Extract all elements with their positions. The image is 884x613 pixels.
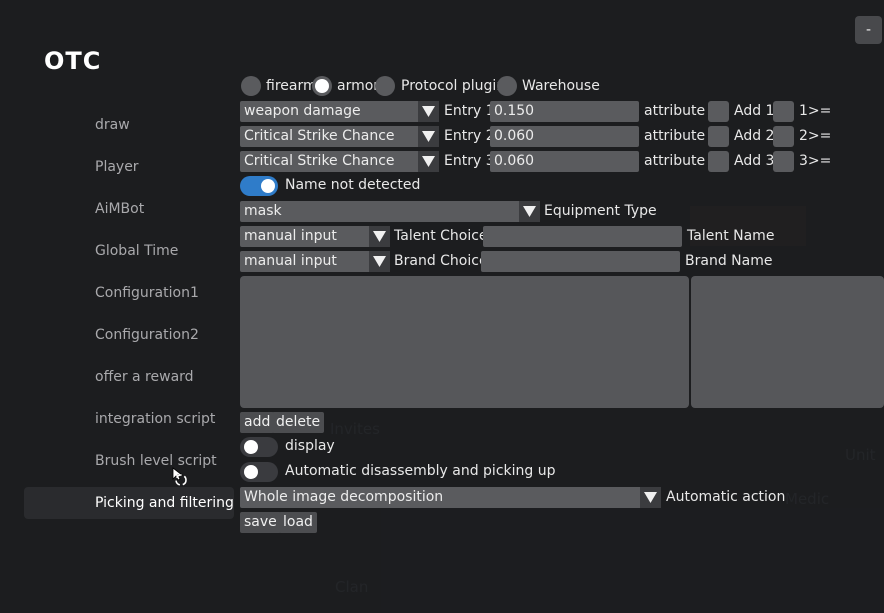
brand-name-label: Brand Name [685,253,773,269]
busy-cursor-icon [172,467,187,486]
entry-1-value: 0.150 [494,103,535,119]
chevron-down-icon [369,251,390,272]
attribute-select-2-value: Critical Strike Chance [244,128,395,144]
add-3-checkbox[interactable] [773,151,794,172]
talent-name-label: Talent Name [687,228,775,244]
threshold-3-label: 3>= [799,153,832,169]
automatic-action-select[interactable]: Whole image decomposition [240,487,661,508]
brand-name-input[interactable] [481,251,680,272]
sidebar-item-draw[interactable]: draw [95,114,130,136]
radio-protocol-plugin[interactable] [375,76,395,96]
display-toggle[interactable] [240,437,278,457]
automatic-action-label: Automatic action [666,489,786,505]
radio-armor-label: armor [337,78,380,94]
name-not-detected-label: Name not detected [285,177,421,193]
save-button[interactable]: save [240,512,281,533]
add-button[interactable]: add [240,412,275,433]
sidebar-item-configuration1[interactable]: Configuration1 [95,282,199,304]
brand-mode-value: manual input [244,253,337,269]
sidebar-item-player[interactable]: Player [95,156,139,178]
automatic-action-value: Whole image decomposition [244,489,444,505]
entry-1-label: Entry 1 [444,103,495,119]
attribute-3-checkbox[interactable] [708,151,729,172]
attribute-select-3-value: Critical Strike Chance [244,153,395,169]
auto-disassembly-label: Automatic disassembly and picking up [285,463,556,479]
equipment-type-select[interactable]: mask [240,201,540,222]
radio-warehouse[interactable] [497,76,517,96]
talent-choice-label: Talent Choice [394,228,488,244]
filter-list-left[interactable] [240,276,689,408]
entry-2-value: 0.060 [494,128,535,144]
load-button[interactable]: load [279,512,317,533]
entry-2-label: Entry 2 [444,128,495,144]
entry-1-input[interactable]: 0.150 [490,101,639,122]
radio-firearm-label: firearm [266,78,317,94]
entry-3-label: Entry 3 [444,153,495,169]
attribute-select-2[interactable]: Critical Strike Chance [240,126,439,147]
equipment-type-label: Equipment Type [544,203,657,219]
auto-disassembly-toggle[interactable] [240,462,278,482]
sidebar-item-picking-and-filtering[interactable]: Picking and filtering [95,492,234,514]
logo: OTC [44,47,102,75]
attribute-select-1-value: weapon damage [244,103,361,119]
filter-list-right[interactable] [691,276,884,408]
talent-mode-select[interactable]: manual input [240,226,390,247]
threshold-1-label: 1>= [799,103,832,119]
attribute-1-checkbox[interactable] [708,101,729,122]
add-1-checkbox[interactable] [773,101,794,122]
threshold-2-label: 2>= [799,128,832,144]
chevron-down-icon [418,151,439,172]
equipment-type-value: mask [244,203,282,219]
talent-mode-value: manual input [244,228,337,244]
chevron-down-icon [418,101,439,122]
entry-3-value: 0.060 [494,153,535,169]
chevron-down-icon [519,201,540,222]
sidebar-item-aimbot[interactable]: AiMBot [95,198,144,220]
minimize-button[interactable]: - [855,16,882,44]
name-not-detected-toggle[interactable] [240,176,278,196]
chevron-down-icon [418,126,439,147]
radio-armor[interactable] [312,76,332,96]
talent-name-input[interactable] [483,226,682,247]
entry-3-input[interactable]: 0.060 [490,151,639,172]
display-label: display [285,438,335,454]
sidebar-item-configuration2[interactable]: Configuration2 [95,324,199,346]
chevron-down-icon [369,226,390,247]
main-panel: - OTC draw Player AiMBot Global Time Con… [0,0,884,613]
chevron-down-icon [640,487,661,508]
sidebar-item-global-time[interactable]: Global Time [95,240,178,262]
add-2-label: Add 2 [734,128,775,144]
sidebar-item-offer-a-reward[interactable]: offer a reward [95,366,194,388]
add-1-label: Add 1 [734,103,775,119]
add-3-label: Add 3 [734,153,775,169]
add-2-checkbox[interactable] [773,126,794,147]
entry-2-input[interactable]: 0.060 [490,126,639,147]
attribute-2-checkbox[interactable] [708,126,729,147]
sidebar-item-brush-level-script[interactable]: Brush level script [95,450,217,472]
radio-protocol-plugin-label: Protocol plugin [401,78,506,94]
radio-firearm[interactable] [241,76,261,96]
attribute-select-1[interactable]: weapon damage [240,101,439,122]
attribute-select-3[interactable]: Critical Strike Chance [240,151,439,172]
delete-button[interactable]: delete [272,412,325,433]
brand-choice-label: Brand Choice [394,253,488,269]
sidebar-item-integration-script[interactable]: integration script [95,408,215,430]
radio-warehouse-label: Warehouse [522,78,600,94]
brand-mode-select[interactable]: manual input [240,251,390,272]
